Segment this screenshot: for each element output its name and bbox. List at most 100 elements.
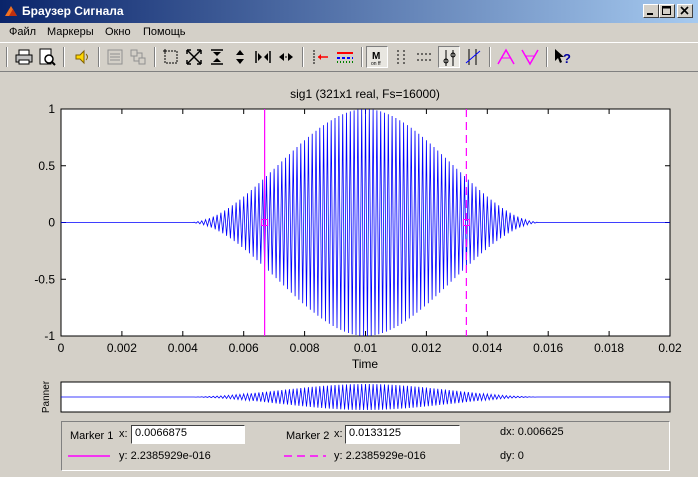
array-signals-button[interactable] [104, 46, 126, 68]
marker-2-line-sample [284, 455, 326, 457]
y-tick-label: -1 [44, 329, 55, 343]
dx-value: dx: 0.006625 [500, 426, 564, 438]
zoom-out-horizontal-icon [279, 53, 293, 61]
zoom-out-vertical-icon [236, 50, 244, 64]
x-tick-label: 0.016 [533, 341, 563, 355]
title-bar: Браузер Сигнала [0, 0, 698, 23]
valleys-icon [521, 49, 539, 66]
menu-window[interactable]: Окно [105, 26, 131, 38]
zoom-in-horizontal-button[interactable] [252, 46, 274, 68]
window-title: Браузер Сигнала [22, 4, 124, 18]
minimize-button[interactable] [643, 4, 659, 18]
y-tick-label: -0.5 [34, 272, 55, 286]
array-signals-icon [107, 49, 123, 65]
marker-1-label: Marker 1 [70, 430, 114, 442]
marker-1-x-label: x: [119, 428, 128, 440]
play-button[interactable] [71, 46, 93, 68]
print-icon [15, 49, 33, 65]
horizontal-markers-icon [417, 53, 433, 61]
marker-2-x-field[interactable]: 0.0133125 [345, 425, 460, 444]
close-icon [680, 6, 689, 15]
marker-1-y-value: y: 2.2385929e-016 [119, 450, 211, 462]
marker-on-icon: Mon ff [371, 51, 381, 67]
marker-1-x-field[interactable]: 0.0066875 [131, 425, 245, 444]
context-help-button[interactable]: ? [552, 46, 574, 68]
matlab-logo-icon [5, 6, 17, 16]
toolbar-separator [546, 47, 548, 67]
zoom-box-icon [163, 49, 178, 64]
x-tick-label: 0.02 [658, 341, 682, 355]
link-icon [130, 49, 146, 65]
panner-label: Panner [41, 380, 52, 413]
markers-icon [313, 50, 328, 64]
main-axes[interactable]: 1 0.5 0 -0.5 -1 0 0.002 0.004 0.006 0.008 0.01 0.0… [34, 102, 682, 355]
marker-2-y-value: y: 2.2385929e-016 [334, 450, 426, 462]
vertical-markers-button[interactable] [390, 46, 412, 68]
toolbar-separator [302, 47, 304, 67]
x-tick-label: 0.014 [472, 341, 502, 355]
zoom-in-vertical-icon [211, 49, 223, 65]
vertical-markers-icon [397, 50, 405, 64]
maximize-icon [662, 6, 671, 15]
track-markers-icon [443, 50, 456, 66]
x-axis-label: Time [352, 357, 379, 371]
x-tick-label: 0.012 [411, 341, 441, 355]
x-tick-label: 0.008 [290, 341, 320, 355]
y-tick-label: 1 [48, 102, 55, 116]
x-tick-label: 0 [58, 341, 65, 355]
markers-button[interactable] [309, 46, 331, 68]
valleys-button[interactable] [519, 46, 541, 68]
line-properties-icon [337, 52, 353, 63]
menu-bar: Файл Маркеры Окно Помощь [0, 23, 698, 42]
marker-2-label: Marker 2 [286, 430, 330, 442]
y-tick-label: 0.5 [38, 159, 55, 173]
slope-markers-button[interactable] [462, 46, 484, 68]
toolbar-separator [98, 47, 100, 67]
menu-markers[interactable]: Маркеры [47, 26, 94, 38]
minimize-icon [647, 13, 653, 15]
horizontal-markers-button[interactable] [414, 46, 436, 68]
x-tick-label: 0.004 [168, 341, 198, 355]
menu-file[interactable]: Файл [9, 26, 36, 38]
toolbar-separator [154, 47, 156, 67]
print-button[interactable] [13, 46, 35, 68]
peaks-icon [497, 48, 515, 65]
peaks-button[interactable] [495, 46, 517, 68]
full-view-icon [186, 49, 202, 65]
marker-1-line-sample [68, 455, 110, 457]
signal-figure: sig1 (321x1 real, Fs=16000) 1 0.5 0 -0.5 -1 … [34, 87, 682, 413]
toolbar-separator [489, 47, 491, 67]
toolbar-separator [6, 47, 8, 67]
full-view-button[interactable] [183, 46, 205, 68]
dy-value: dy: 0 [500, 450, 524, 462]
x-tick-label: 0.018 [594, 341, 624, 355]
track-markers-button[interactable] [438, 46, 460, 68]
chart-title: sig1 (321x1 real, Fs=16000) [290, 87, 440, 101]
toolbar: Mon ff ? [0, 42, 698, 72]
zoom-out-vertical-button[interactable] [229, 46, 251, 68]
zoom-out-horizontal-button[interactable] [275, 46, 297, 68]
context-help-icon: ? [555, 49, 571, 66]
close-button[interactable] [677, 4, 693, 18]
marker-on-button[interactable]: Mon ff [366, 46, 388, 68]
toolbar-separator [63, 47, 65, 67]
print-preview-icon [39, 48, 56, 66]
x-tick-label: 0.01 [354, 341, 378, 355]
slope-markers-icon [465, 49, 481, 65]
menu-help[interactable]: Помощь [143, 26, 186, 38]
toolbar-separator [361, 47, 363, 67]
link-button[interactable] [127, 46, 149, 68]
y-tick-label: 0 [48, 216, 55, 230]
zoom-in-horizontal-icon [255, 51, 271, 63]
print-preview-button[interactable] [36, 46, 58, 68]
zoom-in-vertical-button[interactable] [206, 46, 228, 68]
x-tick-label: 0.006 [229, 341, 259, 355]
zoom-box-button[interactable] [160, 46, 182, 68]
marker-2-x-label: x: [334, 428, 343, 440]
svg-text:on ff: on ff [371, 61, 381, 67]
line-properties-button[interactable] [334, 46, 356, 68]
speaker-icon [75, 49, 88, 65]
marker-info-panel: Marker 1 x: 0.0066875 y: 2.2385929e-016 … [61, 421, 670, 471]
maximize-button[interactable] [659, 4, 675, 18]
svg-text:?: ? [563, 51, 571, 66]
